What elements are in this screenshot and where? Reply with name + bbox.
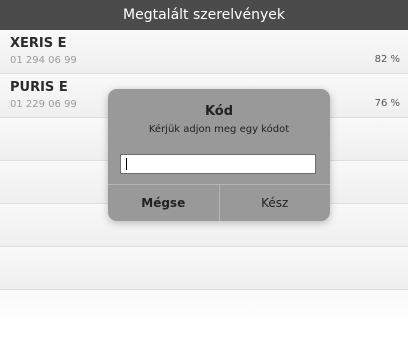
list-item[interactable]: XERIS E 01 294 06 99 82 % (0, 30, 408, 74)
code-input[interactable] (120, 154, 316, 174)
item-name: XERIS E (10, 36, 67, 51)
cancel-button[interactable]: Mégse (108, 185, 220, 221)
item-match-percent: 76 % (374, 98, 400, 109)
empty-row (0, 290, 408, 333)
dialog-button-bar: Mégse Kész (108, 184, 330, 221)
code-dialog: Kód Kérjük adjon meg egy kódot Mégse Kés… (108, 89, 330, 221)
item-name: PURIS E (10, 80, 68, 95)
dialog-title: Kód (204, 104, 234, 119)
empty-row (0, 247, 408, 290)
page-title: Megtalált szerelvények (0, 0, 408, 30)
item-match-percent: 82 % (374, 54, 400, 65)
text-cursor (126, 158, 127, 170)
done-button[interactable]: Kész (220, 185, 331, 221)
dialog-message: Kérjük adjon meg egy kódot (148, 124, 290, 135)
item-code: 01 294 06 99 (10, 55, 77, 66)
item-code: 01 229 06 99 (10, 99, 77, 110)
